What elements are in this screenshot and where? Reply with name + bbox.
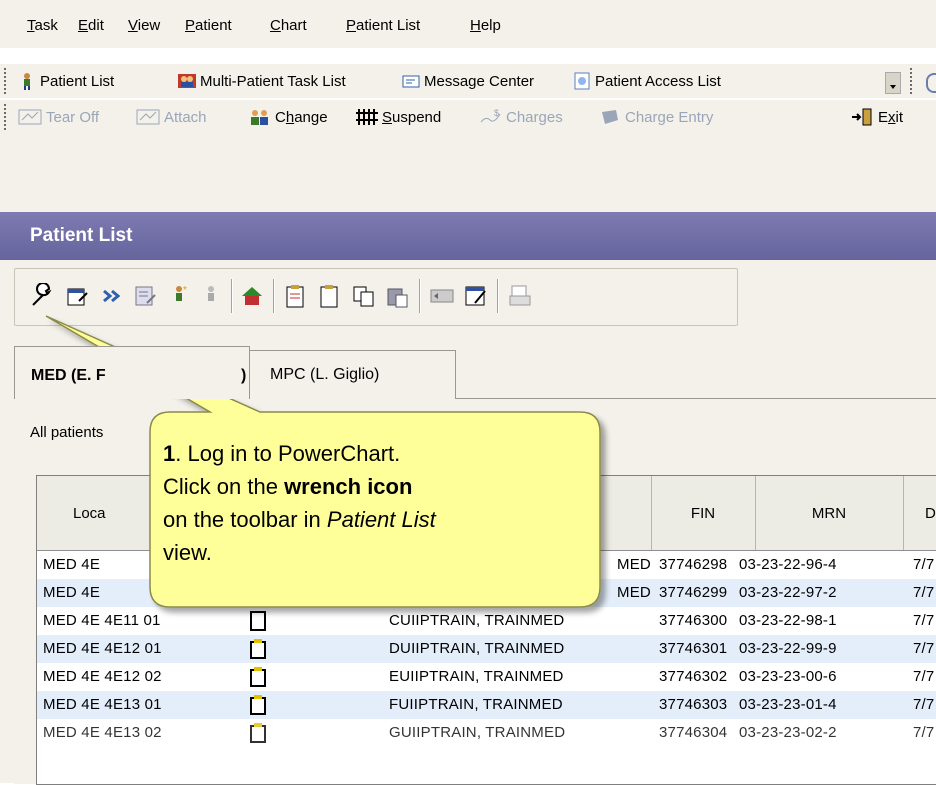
attach-button[interactable]: Attach xyxy=(136,100,207,134)
callout-text: 1. Log in to PowerChart. Click on the wr… xyxy=(163,441,436,565)
clipboard-status-icon xyxy=(250,695,266,715)
suspend-button[interactable]: Suspend xyxy=(356,100,441,134)
column-header-fin[interactable]: FIN xyxy=(651,476,756,550)
toolbar-separator xyxy=(497,279,499,313)
toolbar-grip[interactable] xyxy=(910,68,915,94)
table-row[interactable]: MED 4E 4E12 02 EUIIPTRAIN, TRAINMED 3774… xyxy=(37,663,936,691)
tear-off-button[interactable]: Tear Off xyxy=(18,100,99,134)
menu-patient[interactable]: Patient xyxy=(185,17,232,34)
menu-edit[interactable]: Edit xyxy=(78,17,104,34)
patient-access-list-button[interactable]: Patient Access List xyxy=(573,64,721,98)
change-people-icon xyxy=(251,110,268,125)
table-row[interactable]: MED 4E 4E12 01 DUIIPTRAIN, TRAINMED 3774… xyxy=(37,635,936,663)
toolbar-overflow-button[interactable] xyxy=(885,72,901,94)
print-icon[interactable] xyxy=(507,283,533,309)
charge-entry-icon xyxy=(602,110,618,124)
toolbar-grip[interactable] xyxy=(4,104,9,130)
access-list-icon xyxy=(574,72,590,90)
clock-icon xyxy=(926,73,936,93)
table-row[interactable]: MED 4E 4E13 02 GUIIPTRAIN, TRAINMED 3774… xyxy=(37,719,936,747)
svg-text:*: * xyxy=(183,285,187,296)
clipboard-status-icon xyxy=(250,723,266,743)
charges-button[interactable]: $ Charges xyxy=(480,100,563,134)
clipboard-list-icon[interactable] xyxy=(283,283,309,309)
view-title-bar: Patient List xyxy=(0,212,936,260)
tab-med[interactable]: MED (E. F ) xyxy=(14,346,250,399)
toolbar-separator xyxy=(419,279,421,313)
remove-person-icon[interactable] xyxy=(199,283,225,309)
list-edit-icon[interactable] xyxy=(133,283,159,309)
menu-patient-list[interactable]: Patient List xyxy=(346,17,420,34)
table-row[interactable]: MED 4E 4E11 01 CUIIPTRAIN, TRAINMED 3774… xyxy=(37,607,936,635)
multi-patient-task-list-button[interactable]: Multi-Patient Task List xyxy=(178,64,346,98)
menu-bar: Task Edit View Patient Chart Patient Lis… xyxy=(0,0,936,48)
chevron-down-icon xyxy=(890,85,896,89)
toolbar-separator xyxy=(273,279,275,313)
filter-description: All patients xyxy=(30,424,104,441)
back-card-icon[interactable] xyxy=(429,283,455,309)
person-icon xyxy=(24,73,30,90)
home-icon[interactable] xyxy=(239,283,265,309)
patient-list-toolbar: * xyxy=(14,268,738,326)
tab-mpc[interactable]: MPC (L. Giglio) xyxy=(249,350,456,399)
clipboard-status-icon xyxy=(250,611,266,631)
menu-task[interactable]: Task xyxy=(27,17,58,34)
exit-button[interactable]: Exit xyxy=(850,100,903,134)
suspend-icon xyxy=(356,109,378,125)
attach-icon xyxy=(136,109,160,125)
menu-help[interactable]: Help xyxy=(470,17,501,34)
toolbar-separator xyxy=(231,279,233,313)
clipboard-status-icon xyxy=(250,667,266,687)
page-title: Patient List xyxy=(30,225,133,246)
menu-chart[interactable]: Chart xyxy=(270,17,307,34)
change-button[interactable]: Change xyxy=(249,100,328,134)
forward-icon[interactable] xyxy=(99,283,125,309)
secondary-toolbar: Tear Off Attach Change Suspend $ Charges… xyxy=(0,100,936,134)
clipboard-status-icon xyxy=(250,639,266,659)
message-icon xyxy=(402,75,420,88)
clipboard-icon[interactable] xyxy=(317,283,343,309)
message-center-button[interactable]: Message Center xyxy=(402,64,534,98)
exit-door-icon xyxy=(852,108,872,126)
add-person-icon[interactable]: * xyxy=(167,283,193,309)
paste-icon[interactable] xyxy=(385,283,411,309)
table-row[interactable]: MED 4E MED 37746299 03-23-22-97-2 7/7 xyxy=(37,579,936,607)
charge-entry-button[interactable]: Charge Entry xyxy=(599,100,713,134)
svg-text:$: $ xyxy=(494,108,499,118)
main-toolbar: Patient List Multi-Patient Task List Mes… xyxy=(0,64,936,98)
patient-list-button[interactable]: Patient List xyxy=(18,64,114,98)
toolbar-grip[interactable] xyxy=(4,68,9,94)
menu-view[interactable]: View xyxy=(128,17,160,34)
tear-off-icon xyxy=(18,109,42,125)
charges-icon: $ xyxy=(480,108,501,123)
copy-icon[interactable] xyxy=(351,283,377,309)
edit-form-icon[interactable] xyxy=(463,283,489,309)
properties-icon[interactable] xyxy=(65,283,91,309)
wrench-icon[interactable] xyxy=(29,283,55,309)
column-header-date[interactable]: D xyxy=(903,476,936,550)
people-icon xyxy=(178,74,196,88)
toolbar-area-background xyxy=(0,134,936,212)
table-row[interactable]: MED 4E 4E13 01 FUIIPTRAIN, TRAINMED 3774… xyxy=(37,691,936,719)
column-header-mrn[interactable]: MRN xyxy=(755,476,904,550)
